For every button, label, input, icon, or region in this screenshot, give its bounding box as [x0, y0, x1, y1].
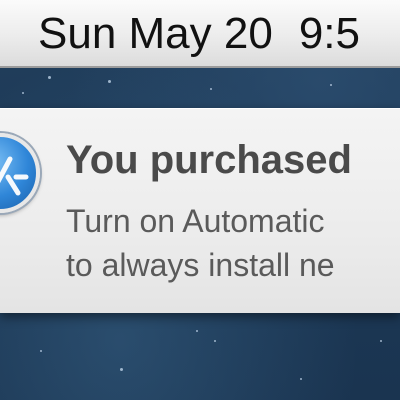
notification-banner[interactable]: You purchased Turn on Automatic to alway… — [0, 108, 400, 313]
app-store-icon — [0, 133, 40, 213]
menu-bar: Sun May 20 9:5 — [0, 0, 400, 68]
star — [40, 350, 42, 352]
star — [210, 88, 212, 90]
star — [330, 84, 332, 86]
star — [108, 80, 111, 83]
notification-body-line-1: Turn on Automatic — [66, 203, 325, 239]
menubar-clock[interactable]: Sun May 20 9:5 — [38, 10, 360, 58]
star — [380, 340, 382, 342]
notification-title: You purchased — [66, 138, 352, 182]
star — [214, 340, 216, 342]
menubar-time: 9:5 — [298, 9, 360, 58]
star — [300, 378, 302, 380]
star — [120, 368, 123, 371]
star — [22, 92, 24, 94]
menubar-date: Sun May 20 — [38, 9, 273, 58]
star — [196, 330, 198, 332]
notification-body-line-2: to always install ne — [66, 247, 335, 283]
star — [48, 76, 51, 79]
